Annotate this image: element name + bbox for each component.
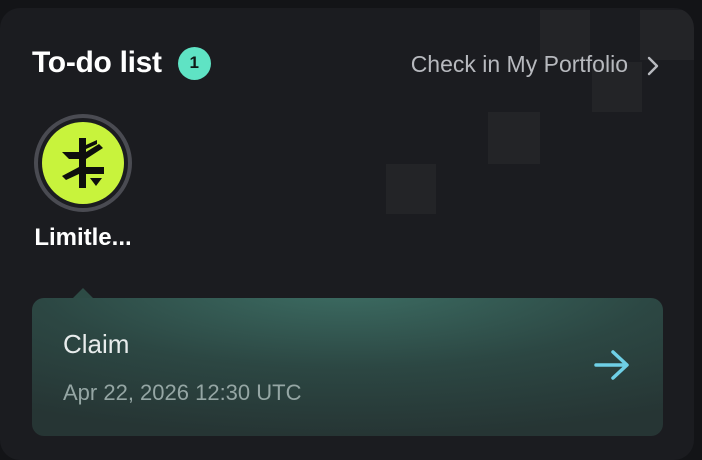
task-title: Claim [63, 329, 130, 359]
claim-task-card[interactable]: Claim Apr 22, 2026 12:30 UTC [32, 298, 663, 436]
decorative-square [386, 164, 436, 214]
count-badge: 1 [177, 46, 211, 80]
token-item-limitless[interactable]: Limitle... [24, 114, 142, 252]
token-avatar-ring [34, 114, 132, 212]
todo-card: To-do list 1 Check in My Portfolio Limit… [0, 8, 694, 460]
token-name: Limitle... [34, 224, 132, 251]
task-date: Apr 22, 2026 12:30 UTC [63, 380, 302, 405]
check-portfolio-label: Check in My Portfolio [410, 51, 628, 77]
limitless-logo-icon [42, 122, 124, 204]
check-portfolio-link[interactable]: Check in My Portfolio [411, 51, 660, 78]
arrow-right-icon[interactable] [593, 348, 631, 382]
page-title: To-do list [32, 46, 162, 79]
chevron-right-icon [646, 55, 660, 75]
decorative-square [488, 112, 540, 164]
card-header: To-do list 1 [32, 46, 211, 80]
